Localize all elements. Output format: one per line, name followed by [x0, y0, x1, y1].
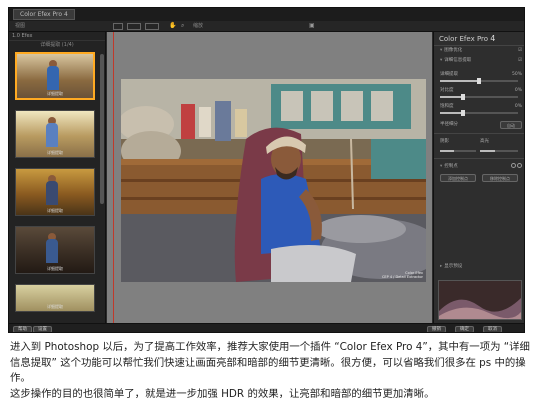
preset-thumbnail-list: 详细提取 详细提取 详细提取 详细提取 详细提取 — [15, 52, 95, 322]
window-tab[interactable]: Color Efex Pro 4 — [13, 9, 75, 20]
slider-value: 50% — [511, 72, 522, 77]
radio-group[interactable] — [510, 162, 522, 172]
caption-paragraph-1: 进入到 Photoshop 以后，为了提高工作效率，推荐大家使用一个插件 “Co… — [10, 341, 530, 384]
shadow-slider[interactable] — [440, 150, 476, 152]
section-detail-extractor[interactable]: ▾ 详细信息提取 ☑ — [434, 56, 524, 66]
shadow-label: 阴影 — [440, 139, 449, 144]
thumbnail-figure — [46, 239, 58, 263]
contrast-slider[interactable] — [440, 94, 518, 100]
photo-image — [121, 79, 426, 282]
divider — [434, 158, 524, 159]
title-bar: Color Efex Pro 4 — [9, 8, 524, 21]
zoom-label[interactable]: 缩放 — [193, 22, 203, 30]
slider-label: 饱和度 — [440, 104, 454, 109]
scale-dropdown[interactable]: 自动 — [500, 121, 522, 129]
view-label[interactable]: 视图 — [15, 22, 25, 30]
preset-thumbnail[interactable]: 详细提取 — [15, 110, 95, 158]
scale-label: 半径细分 — [440, 122, 458, 127]
cancel-button[interactable]: 取消 — [483, 326, 502, 332]
thumbnail-figure — [46, 123, 58, 147]
preset-thumbnail[interactable]: 详细提取 — [15, 168, 95, 216]
remove-control-point-button[interactable]: 移除控制点 — [482, 174, 518, 182]
zoom-icon[interactable]: ⌕ — [181, 22, 184, 30]
preview-area[interactable]: Color Efex CEP 4 / Detail Extractor — [107, 32, 432, 323]
divider — [434, 133, 524, 134]
single-view-button[interactable] — [113, 23, 123, 30]
thumbnail-scrollbar[interactable] — [100, 54, 104, 204]
side-by-side-button[interactable] — [145, 23, 159, 30]
ok-button[interactable]: 确定 — [455, 326, 474, 332]
split-view-button[interactable] — [127, 23, 141, 30]
left-panel-subheader: 详细提取 (1/4) — [40, 42, 74, 48]
checkbox-icon[interactable]: ☑ — [518, 56, 522, 66]
split-line[interactable] — [113, 32, 114, 323]
shadow-highlight-row: 阴影 高光 — [434, 137, 524, 147]
article-caption: 进入到 Photoshop 以后，为了提高工作效率，推荐大家使用一个插件 “Co… — [10, 340, 531, 402]
add-control-point-button[interactable]: 添加控制点 — [440, 174, 476, 182]
preset-thumbnail[interactable]: 详细提取 — [15, 284, 95, 312]
detail-slider[interactable] — [440, 78, 518, 84]
control-points-row: ▾ 控制点 — [434, 162, 524, 172]
expand-triangle-icon: ▾ — [440, 48, 443, 53]
caption-paragraph-2: 这步操作的目的也很简单了，就是进一步加强 HDR 的效果，让亮部和暗部的细节更加… — [10, 387, 435, 400]
slider-label: 对比度 — [440, 88, 454, 93]
toolbar: 视图 ✋ ⌕ 缩放 ▣ — [9, 21, 524, 32]
saturation-slider[interactable] — [440, 110, 518, 116]
page: { "window": { "title_tab": "Color Efex P… — [0, 0, 541, 411]
expand-triangle-icon: ▾ — [440, 58, 443, 63]
thumbnail-figure — [46, 181, 58, 205]
thumbnail-caption: 详细提取 — [47, 304, 63, 309]
radio-icon[interactable] — [517, 163, 522, 168]
photo-credit: Color Efex CEP 4 / Detail Extractor — [382, 271, 423, 279]
control-points-label: 控制点 — [444, 164, 458, 169]
presets-row[interactable]: ▸ 显示预设 — [434, 262, 524, 272]
thumbnail-caption: 详细提取 — [47, 150, 63, 155]
presets-label: 显示预设 — [444, 264, 463, 269]
slider-value: 0% — [514, 88, 522, 93]
histogram-preview — [438, 280, 522, 320]
panel-title-version: 4 — [490, 34, 496, 43]
section-label: 图像优化 — [444, 48, 463, 53]
section-image-optimization[interactable]: ▾ 图像优化 ☑ — [434, 46, 524, 56]
preview-thumbnail-image — [439, 281, 521, 319]
bottom-bar: 帮助 设置 撤销 确定 取消 — [9, 323, 524, 332]
left-panel-header: 1.0 Efex — [9, 32, 105, 41]
thumbnail-figure — [47, 66, 59, 90]
expand-triangle-icon: ▸ — [440, 264, 443, 269]
slider-label: 详细提取 — [440, 72, 458, 77]
panel-title: Color Efex Pro 4 — [434, 32, 524, 46]
highlight-slider[interactable] — [480, 150, 518, 152]
highlight-label: 高光 — [480, 139, 489, 144]
help-button[interactable]: 帮助 — [13, 326, 32, 332]
filter-list-panel: 1.0 Efex 详细提取 (1/4) 详细提取 详细提取 详细提取 详细提取 … — [9, 32, 106, 323]
hand-icon[interactable]: ✋ — [169, 22, 176, 30]
thumbnail-caption: 详细提取 — [47, 208, 63, 213]
scale-row: 半径细分 自动 — [434, 120, 524, 130]
section-label: 详细信息提取 — [444, 58, 472, 63]
preset-thumbnail[interactable]: 详细提取 — [15, 52, 95, 100]
background-icon[interactable]: ▣ — [309, 22, 315, 30]
thumbnail-caption: 详细提取 — [47, 266, 63, 271]
panel-title-prefix: Color Efex Pro — [439, 35, 489, 43]
slider-row: 对比度 0% — [434, 86, 524, 96]
slider-knob[interactable] — [461, 110, 466, 116]
filter-controls-panel: Color Efex Pro 4 ▾ 图像优化 ☑ ▾ 详细信息提取 ☑ 详细提取 … — [433, 32, 524, 323]
slider-knob[interactable] — [461, 94, 466, 100]
expand-triangle-icon: ▾ — [440, 164, 443, 169]
slider-value: 0% — [514, 104, 522, 109]
undo-button[interactable]: 撤销 — [427, 326, 446, 332]
slider-row: 饱和度 0% — [434, 102, 524, 112]
slider-knob[interactable] — [477, 78, 481, 84]
radio-icon[interactable] — [510, 163, 516, 168]
preset-thumbnail[interactable]: 详细提取 — [15, 226, 95, 274]
credit-line-2: CEP 4 / Detail Extractor — [381, 275, 423, 279]
checkbox-icon[interactable]: ☑ — [518, 46, 522, 56]
preview-photo: Color Efex CEP 4 / Detail Extractor — [121, 79, 426, 282]
app-window: Color Efex Pro 4 视图 ✋ ⌕ 缩放 ▣ 1.0 Efex 详细… — [8, 7, 525, 333]
thumbnail-caption: 详细提取 — [47, 91, 63, 96]
settings-button[interactable]: 设置 — [33, 326, 52, 332]
